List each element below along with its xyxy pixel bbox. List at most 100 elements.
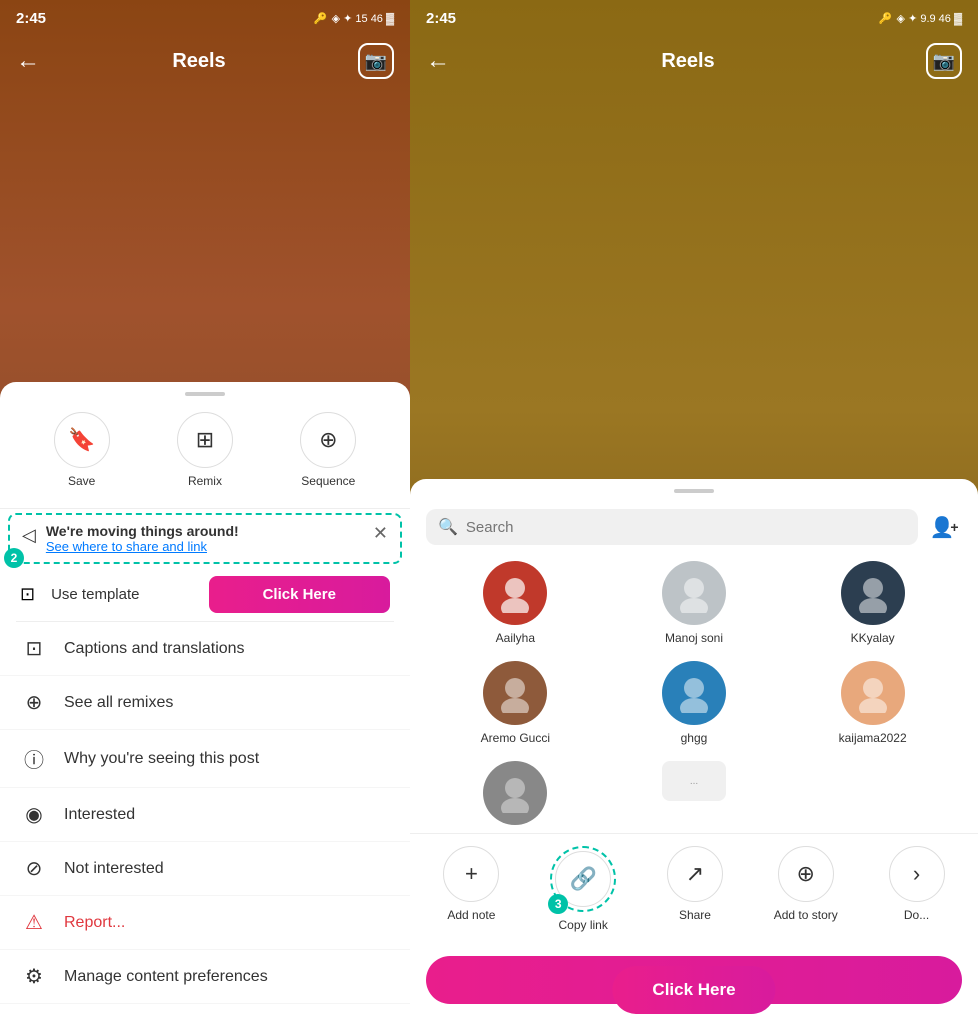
add-story-action[interactable]: ⊕ Add to story (774, 846, 838, 932)
notification-wrapper: ◁ We're moving things around! See where … (8, 513, 402, 564)
notification-banner: ◁ We're moving things around! See where … (22, 523, 388, 554)
manage-icon: ⚙ (20, 964, 48, 989)
bottom-sheet-left: 🔖 Save ⊞ Remix ⊕ Sequence ◁ We're moving… (0, 382, 410, 1024)
contact-kkyalay[interactable]: KKyalay (823, 561, 923, 645)
search-row: 🔍 👤 + (410, 509, 978, 553)
send-icon: ◁ (22, 525, 36, 546)
top-bar-left: ← Reels 📷 (0, 36, 410, 86)
contact-aremo[interactable]: Aremo Gucci (465, 661, 565, 745)
menu-item-not-interested[interactable]: ⊘ Not interested (0, 842, 410, 896)
camera-button-left[interactable]: 📷 (358, 43, 394, 79)
share-arrow-icon: ↗ (686, 861, 704, 887)
camera-button-right[interactable]: 📷 (926, 43, 962, 79)
contact-kaijama[interactable]: kaijama2022 (823, 661, 923, 745)
search-icon-right: 🔍 (438, 517, 458, 537)
notification-dashed: ◁ We're moving things around! See where … (8, 513, 402, 564)
avatar-manoj (662, 561, 726, 625)
menu-item-why-seeing[interactable]: ⓘ Why you're seeing this post (0, 730, 410, 788)
info-icon: ⓘ (20, 744, 48, 773)
add-person-button[interactable]: 👤 + (926, 509, 962, 545)
contact-name-manoj: Manoj soni (665, 631, 723, 645)
contacts-row-2: Aremo Gucci ghgg kaijama2022 (410, 653, 978, 753)
contact-partial-3 (823, 761, 923, 825)
remix-action[interactable]: ⊞ Remix (177, 412, 233, 488)
share-action-item[interactable]: ↗ Share (667, 846, 723, 932)
left-panel: 2:45 🔑 ◈ ✦ 15 46 ▓ ← Reels 📷 🤍 586K 💬 1,… (0, 0, 410, 1024)
share-label: Share (679, 908, 711, 922)
contact-partial-2: ... (644, 761, 744, 825)
close-icon[interactable]: ✕ (373, 523, 388, 544)
menu-item-captions[interactable]: ⊡ Captions and translations (0, 622, 410, 676)
share-sheet: 🔍 👤 + Aailyha Manoj soni (410, 479, 978, 1024)
menu-item-remixes[interactable]: ⊕ See all remixes (0, 676, 410, 730)
text-partial: ... (662, 761, 726, 801)
camera-icon-right: 📷 (933, 51, 955, 72)
why-seeing-label: Why you're seeing this post (64, 750, 259, 768)
sheet-handle-right (674, 489, 714, 493)
template-icon: ⊡ (20, 584, 35, 605)
captions-label: Captions and translations (64, 640, 245, 658)
contact-aailyha[interactable]: Aailyha (465, 561, 565, 645)
avatar-kkyalay (841, 561, 905, 625)
back-button-left[interactable]: ← (16, 47, 40, 75)
contact-partial-1[interactable] (465, 761, 565, 825)
add-note-circle: + (443, 846, 499, 902)
add-symbol: + (950, 519, 958, 535)
copy-link-action[interactable]: 🔗 3 Copy link (550, 846, 616, 932)
remix-circle: ⊞ (177, 412, 233, 468)
contact-name-aremo: Aremo Gucci (481, 731, 550, 745)
contact-name-aailyha: Aailyha (496, 631, 535, 645)
remixes-label: See all remixes (64, 694, 173, 712)
add-story-label: Add to story (774, 908, 838, 922)
back-button-right[interactable]: ← (426, 47, 450, 75)
click-here-button-left[interactable]: Click Here (209, 576, 390, 613)
template-row: ⊡ Use template Click Here (0, 568, 410, 621)
step3-badge: 3 (548, 894, 568, 914)
contacts-row-3-partial: ... (410, 753, 978, 833)
interested-label: Interested (64, 806, 135, 824)
save-label: Save (68, 474, 95, 488)
add-note-label: Add note (447, 908, 495, 922)
menu-item-report[interactable]: ⚠ Report... (0, 896, 410, 950)
contacts-row-1: Aailyha Manoj soni KKyalay (410, 553, 978, 653)
report-label: Report... (64, 914, 125, 932)
status-time-left: 2:45 (16, 10, 46, 27)
not-interested-label: Not interested (64, 860, 164, 878)
search-input[interactable] (466, 519, 906, 536)
more-share-action[interactable]: › Do... (889, 846, 945, 932)
key-icon: 🔑 (314, 12, 328, 25)
camera-icon-left: 📷 (365, 51, 387, 72)
manage-label: Manage content preferences (64, 968, 268, 986)
sequence-action[interactable]: ⊕ Sequence (300, 412, 356, 488)
status-bar-right: 2:45 🔑 ◈ ✦ 9.9 46 ▓ (410, 0, 978, 36)
top-bar-right: ← Reels 📷 (410, 36, 978, 86)
interested-icon: ◉ (20, 802, 48, 827)
add-note-action[interactable]: + Add note (443, 846, 499, 932)
sheet-handle-left (185, 392, 225, 396)
notif-subtitle[interactable]: See where to share and link (46, 539, 365, 554)
contact-manoj[interactable]: Manoj soni (644, 561, 744, 645)
more-share-icon: › (913, 861, 920, 887)
status-icons-left: 🔑 ◈ ✦ 15 46 ▓ (314, 12, 394, 25)
menu-item-manage[interactable]: ⚙ Manage content preferences (0, 950, 410, 1004)
remix-label: Remix (188, 474, 222, 488)
sequence-circle: ⊕ (300, 412, 356, 468)
contact-ghgg[interactable]: ghgg (644, 661, 744, 745)
contact-name-ghgg: ghgg (681, 731, 708, 745)
contact-name-kkyalay: KKyalay (851, 631, 895, 645)
save-action[interactable]: 🔖 Save (54, 412, 110, 488)
status-time-right: 2:45 (426, 10, 456, 27)
menu-item-interested[interactable]: ◉ Interested (0, 788, 410, 842)
right-panel: 2:45 🔑 ◈ ✦ 9.9 46 ▓ ← Reels 📷 🔍 👤 + (410, 0, 978, 1024)
search-container[interactable]: 🔍 (426, 509, 918, 545)
add-note-icon: + (465, 861, 478, 887)
avatar-aailyha (483, 561, 547, 625)
status-bar-left: 2:45 🔑 ◈ ✦ 15 46 ▓ (0, 0, 410, 36)
click-here-button-right[interactable]: Click Here (612, 966, 775, 1014)
notif-text: We're moving things around! See where to… (46, 523, 365, 554)
avatar-partial-1 (483, 761, 547, 825)
contact-name-kaijama: kaijama2022 (839, 731, 907, 745)
remixes-icon: ⊕ (20, 690, 48, 715)
copy-link-label: Copy link (558, 918, 607, 932)
signal-icons-right: ◈ ✦ 9.9 46 ▓ (897, 12, 962, 25)
